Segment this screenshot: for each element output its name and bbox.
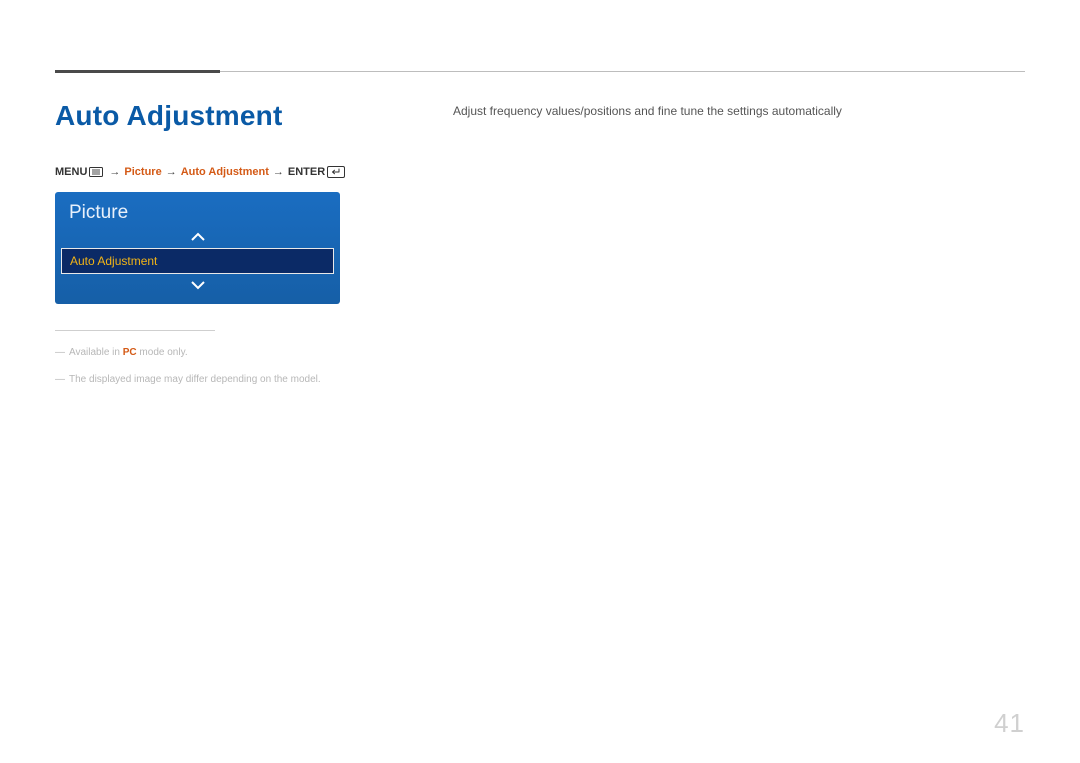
breadcrumb-sep: →: [273, 166, 284, 178]
osd-item-auto-adjustment: Auto Adjustment: [61, 248, 334, 274]
top-rule: [55, 70, 1025, 74]
breadcrumb-sep: →: [166, 166, 177, 178]
note1-pre: Available in: [69, 347, 123, 358]
breadcrumb: MENU → Picture → Auto Adjustment → ENTER: [55, 166, 395, 178]
breadcrumb-picture: Picture: [124, 166, 161, 178]
notes-separator: [55, 330, 215, 331]
enter-icon: [325, 166, 347, 178]
breadcrumb-sep: →: [109, 166, 120, 178]
chevron-up-icon: [190, 232, 206, 242]
description: Adjust frequency values/positions and fi…: [453, 104, 1025, 118]
breadcrumb-enter: ENTER: [288, 166, 325, 178]
osd-panel: Picture Auto Adjustment: [55, 192, 340, 304]
osd-item-label: Auto Adjustment: [70, 254, 157, 268]
note1-hl: PC: [123, 347, 137, 358]
breadcrumb-menu: MENU: [55, 166, 87, 178]
osd-header: Picture: [55, 192, 340, 228]
breadcrumb-auto-adjustment: Auto Adjustment: [181, 166, 269, 178]
osd-up-arrow-row: [55, 228, 340, 246]
note2-text: The displayed image may differ depending…: [69, 374, 321, 385]
note-pc-mode: ― Available in PC mode only.: [55, 347, 395, 358]
page-number: 41: [994, 708, 1025, 739]
note1-post: mode only.: [137, 347, 188, 358]
osd-down-arrow-row: [55, 276, 340, 294]
chevron-down-icon: [190, 280, 206, 290]
page-title: Auto Adjustment: [55, 100, 395, 132]
note-image-differ: ― The displayed image may differ dependi…: [55, 374, 395, 385]
menu-icon: [87, 166, 105, 178]
